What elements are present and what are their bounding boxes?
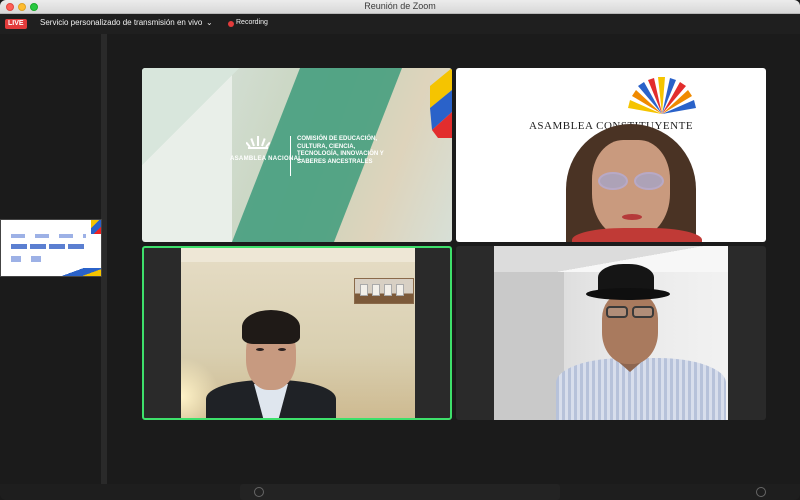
participant-hair: [242, 310, 300, 344]
meeting-status-bar: LIVE Servicio personalizado de transmisi…: [0, 14, 800, 34]
video-tile-participant-asamblea[interactable]: ASAMBLEA CONSTITUYENTE: [456, 68, 766, 242]
wall-shadow: [494, 272, 564, 420]
participant-face: [602, 294, 658, 364]
control-icon[interactable]: [254, 487, 264, 497]
stream-service-label[interactable]: Servicio personalizado de transmisión en…: [40, 18, 202, 27]
video-tile-participant-hat[interactable]: [456, 246, 766, 420]
recording-label: Recording: [236, 19, 268, 26]
shelf-ornament: [360, 284, 368, 296]
thumbnail-diagram-row: [11, 234, 86, 238]
shelf-ornament: [384, 284, 392, 296]
participant-shirt: [572, 228, 702, 242]
glasses-lens: [632, 306, 654, 318]
shelf-ornament: [372, 284, 380, 296]
shared-screen-thumbnail[interactable]: [0, 219, 102, 277]
flag-ribbon-icon: [430, 68, 452, 138]
chevron-down-icon[interactable]: ⌄: [206, 18, 213, 27]
flag-ribbon-decoration: [56, 268, 101, 276]
meeting-controls-bar: [0, 484, 800, 500]
shelf-ornament: [396, 284, 404, 296]
participant-lips: [622, 214, 642, 220]
participant-eye: [256, 348, 264, 351]
window-title: Reunión de Zoom: [364, 1, 436, 11]
zoom-window: Reunión de Zoom LIVE Servicio personaliz…: [0, 0, 800, 500]
asamblea-sun-logo-icon: [628, 77, 696, 114]
control-icon[interactable]: [756, 487, 766, 497]
commission-title: COMISIÓN DE EDUCACIÓN, CULTURA, CIENCIA,…: [297, 136, 384, 165]
thumbnail-diagram-row: [11, 244, 86, 249]
org-name: ASAMBLEA NACIONAL: [230, 156, 303, 162]
live-badge[interactable]: LIVE: [5, 19, 27, 29]
video-tile-active-speaker[interactable]: [142, 246, 452, 420]
participant-striped-shirt: [556, 358, 726, 420]
recording-dot-icon: [228, 21, 234, 27]
hat-brim: [586, 288, 670, 300]
glasses-lens: [598, 172, 628, 190]
video-tile-commission[interactable]: ASAMBLEA NACIONAL COMISIÓN DE EDUCACIÓN,…: [142, 68, 452, 242]
thumbnail-diagram-row: [11, 256, 51, 262]
participant-face: [592, 140, 670, 238]
title-divider: [290, 136, 291, 176]
title-bar: Reunión de Zoom: [0, 0, 800, 14]
glasses-lens: [606, 306, 628, 318]
glasses-lens: [634, 172, 664, 190]
flag-ribbon-decoration: [91, 220, 101, 234]
participant-eye: [278, 348, 286, 351]
asamblea-nacional-logo-icon: [246, 136, 270, 149]
room-ceiling: [181, 248, 415, 262]
controls-group: [240, 484, 560, 500]
